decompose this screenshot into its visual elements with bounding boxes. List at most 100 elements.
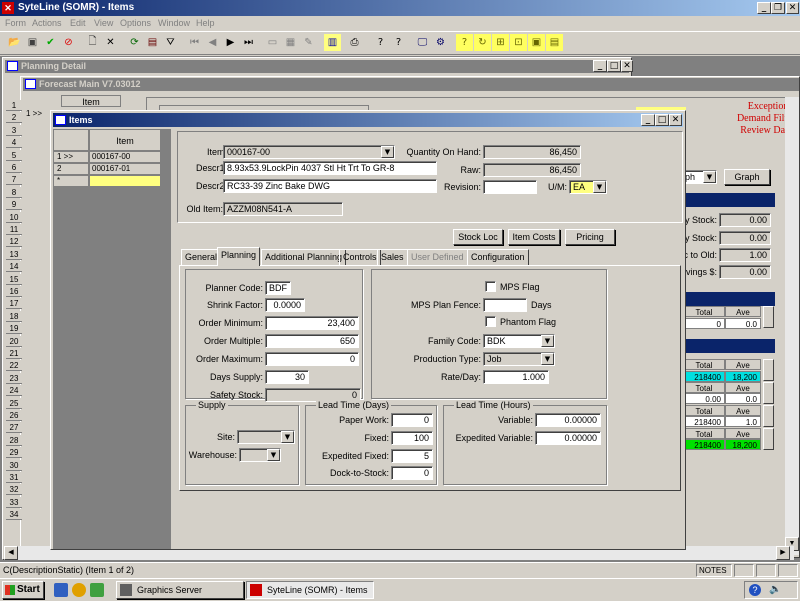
- fixed-field[interactable]: 100: [391, 431, 433, 445]
- help-icon[interactable]: ?: [372, 34, 389, 51]
- cancel-icon[interactable]: ⊘: [60, 34, 77, 51]
- tool-b-icon[interactable]: ⊞: [492, 34, 509, 51]
- help-tray-icon[interactable]: ?: [749, 584, 761, 596]
- tab-sales[interactable]: Sales: [377, 249, 408, 265]
- new-record-icon[interactable]: 🗋: [84, 34, 101, 51]
- next-record-icon[interactable]: ▶: [222, 34, 239, 51]
- item-costs-button[interactable]: Item Costs: [508, 229, 560, 245]
- menu-window[interactable]: Window: [158, 18, 190, 28]
- grid-scroll-3[interactable]: [763, 382, 774, 404]
- expedited-fixed-field[interactable]: 5: [391, 449, 433, 463]
- pricing-button[interactable]: Pricing: [565, 229, 615, 245]
- tab-configuration[interactable]: Configuration: [467, 249, 529, 265]
- items-maximize-button[interactable]: □: [655, 114, 669, 126]
- print-icon[interactable]: ⎙: [346, 34, 363, 51]
- volume-icon[interactable]: 🔈: [769, 584, 781, 596]
- graph-button[interactable]: Graph: [724, 169, 770, 185]
- monitor-icon[interactable]: 🖵: [414, 34, 431, 51]
- menu-actions[interactable]: Actions: [32, 18, 62, 28]
- warehouse-dropdown-icon[interactable]: ▼: [267, 449, 280, 461]
- grid-scroll-2[interactable]: [763, 359, 774, 381]
- pd-close-button[interactable]: ✕: [621, 60, 633, 72]
- dock-to-stock-field[interactable]: 0: [391, 466, 433, 480]
- tool-help-icon[interactable]: ?: [456, 34, 473, 51]
- pd-minimize-button[interactable]: _: [593, 60, 607, 72]
- expedited-variable-field[interactable]: 0.00000: [535, 431, 601, 445]
- refresh-icon[interactable]: ⟳: [126, 34, 143, 51]
- table-row[interactable]: 000167-01: [89, 163, 161, 175]
- grid-view-icon[interactable]: ▦: [282, 34, 299, 51]
- variable-field[interactable]: 0.00000: [535, 413, 601, 427]
- grid-scroll-1[interactable]: [763, 306, 774, 328]
- menu-view[interactable]: View: [94, 18, 113, 28]
- delete-icon[interactable]: ✕: [102, 34, 119, 51]
- mps-plan-fence-field[interactable]: [483, 298, 527, 312]
- context-help-icon[interactable]: ?: [390, 34, 407, 51]
- first-record-icon[interactable]: ⏮: [186, 34, 203, 51]
- save-icon[interactable]: ▣: [24, 34, 41, 51]
- grid-scroll-4[interactable]: [763, 405, 774, 427]
- item-field[interactable]: 000167-00: [223, 145, 395, 159]
- notes-icon[interactable]: ✎: [300, 34, 317, 51]
- tool-d-icon[interactable]: ▣: [528, 34, 545, 51]
- production-type-dropdown-icon[interactable]: ▼: [541, 353, 554, 365]
- tab-planning[interactable]: Planning: [217, 247, 261, 266]
- quicklaunch-outlook-icon[interactable]: [72, 583, 86, 597]
- forecast-vertical-scrollbar[interactable]: [785, 97, 799, 555]
- tool-a-icon[interactable]: ↻: [474, 34, 491, 51]
- options-icon[interactable]: ⚙: [432, 34, 449, 51]
- taskbar-syteline-items[interactable]: SyteLine (SOMR) - Items: [246, 581, 374, 599]
- new-row[interactable]: [89, 175, 161, 187]
- tab-controls[interactable]: Controls: [339, 249, 381, 265]
- stock-loc-button[interactable]: Stock Loc: [453, 229, 503, 245]
- scroll-left-arrow-icon[interactable]: ◀: [4, 546, 18, 560]
- tool-c-icon[interactable]: ⊡: [510, 34, 527, 51]
- filter-icon[interactable]: ⛛: [162, 34, 179, 51]
- details-icon[interactable]: ▥: [324, 34, 341, 51]
- shrink-factor-field[interactable]: 0.0000: [265, 298, 305, 312]
- taskbar-graphics-server[interactable]: Graphics Server: [116, 581, 244, 599]
- tool-e-icon[interactable]: ▤: [546, 34, 563, 51]
- order-minimum-field[interactable]: 23,400: [265, 316, 359, 330]
- table-row[interactable]: 000167-00: [89, 151, 161, 163]
- quicklaunch-ie-icon[interactable]: [54, 583, 68, 597]
- revision-field[interactable]: [483, 180, 537, 194]
- tab-additional-planning[interactable]: Additional Planning: [261, 249, 347, 265]
- planner-code-field[interactable]: BDF: [265, 281, 291, 295]
- days-supply-field[interactable]: 30: [265, 370, 309, 384]
- scroll-right-arrow-icon[interactable]: ▶: [776, 546, 790, 560]
- phantom-flag-checkbox[interactable]: [485, 316, 496, 327]
- pd-maximize-button[interactable]: □: [607, 60, 621, 72]
- family-code-dropdown-icon[interactable]: ▼: [541, 335, 554, 347]
- items-close-button[interactable]: ✕: [669, 114, 682, 126]
- rate-per-day-field[interactable]: 1.000: [483, 370, 549, 384]
- menu-options[interactable]: Options: [120, 18, 151, 28]
- site-dropdown-icon[interactable]: ▼: [281, 431, 294, 443]
- menu-form[interactable]: Form: [5, 18, 26, 28]
- close-button[interactable]: ✕: [786, 2, 799, 14]
- start-button[interactable]: Start: [2, 581, 44, 599]
- open-icon[interactable]: 📂: [6, 34, 23, 51]
- order-maximum-field[interactable]: 0: [265, 352, 359, 366]
- graph-type-dropdown-icon[interactable]: ▼: [703, 171, 716, 183]
- quicklaunch-desktop-icon[interactable]: [90, 583, 104, 597]
- old-item-field[interactable]: AZZM08N541-A: [223, 202, 343, 216]
- filter-in-place-icon[interactable]: ▤: [144, 34, 161, 51]
- items-minimize-button[interactable]: _: [641, 114, 655, 126]
- form-icon[interactable]: ▭: [264, 34, 281, 51]
- order-multiple-field[interactable]: 650: [265, 334, 359, 348]
- menu-edit[interactable]: Edit: [70, 18, 86, 28]
- descr2-field[interactable]: RC33-39 Zinc Bake DWG: [223, 179, 437, 193]
- grid-scroll-5[interactable]: [763, 428, 774, 450]
- paper-work-field[interactable]: 0: [391, 413, 433, 427]
- tab-general[interactable]: General: [181, 249, 222, 265]
- items-grid-header[interactable]: Item: [89, 129, 161, 151]
- mps-flag-checkbox[interactable]: [485, 281, 496, 292]
- um-dropdown-icon[interactable]: ▼: [593, 181, 606, 193]
- restore-button[interactable]: ❐: [771, 2, 785, 14]
- check-icon[interactable]: ✔: [42, 34, 59, 51]
- minimize-button[interactable]: _: [757, 2, 771, 14]
- tab-user-defined[interactable]: User Defined: [407, 249, 468, 265]
- previous-record-icon[interactable]: ◀: [204, 34, 221, 51]
- menu-help[interactable]: Help: [196, 18, 215, 28]
